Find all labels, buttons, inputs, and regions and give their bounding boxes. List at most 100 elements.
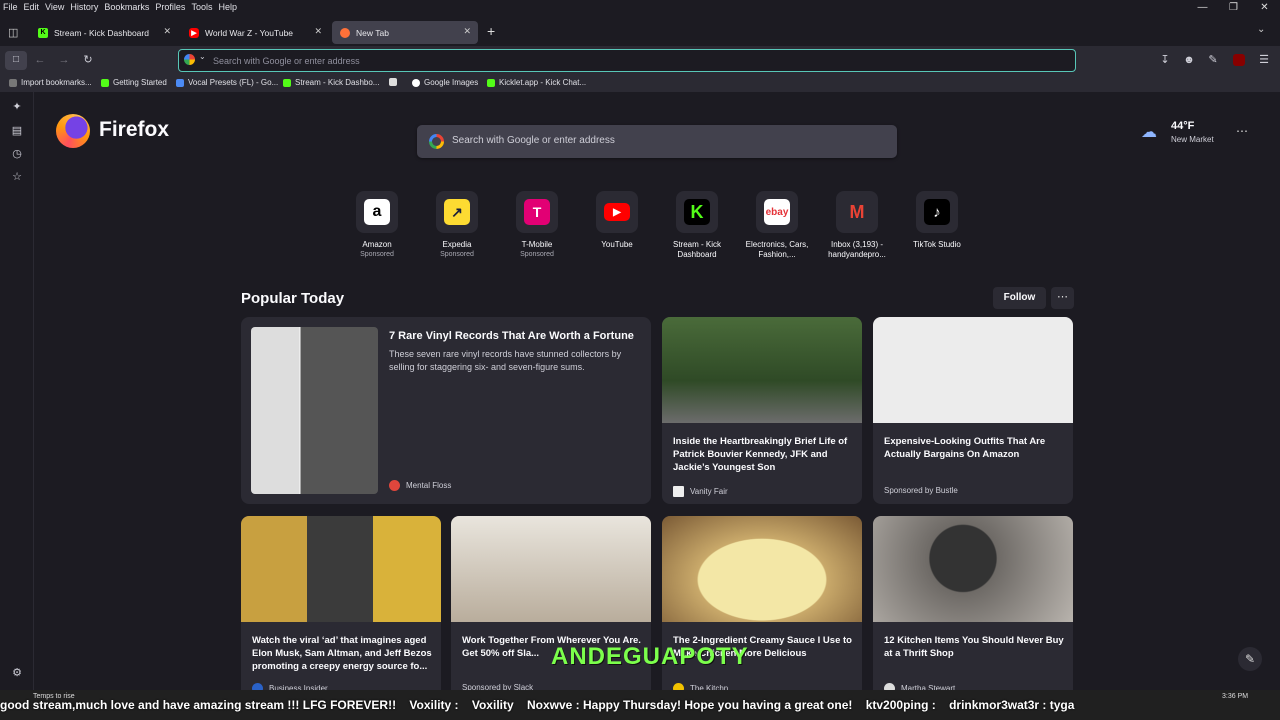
- section-title: Popular Today: [241, 290, 345, 307]
- reload-icon[interactable]: ↻: [81, 53, 95, 67]
- story-title: Inside the Heartbreakingly Brief Life of…: [673, 436, 848, 473]
- history-icon[interactable]: ◷: [10, 147, 24, 161]
- close-tab-icon[interactable]: ✕: [463, 26, 471, 37]
- ublock-icon[interactable]: [1233, 54, 1245, 66]
- story-card[interactable]: Inside the Heartbreakingly Brief Life of…: [662, 317, 862, 504]
- story-image: [241, 516, 441, 622]
- menu-bookmarks[interactable]: Bookmarks: [101, 0, 152, 14]
- expedia-icon: ↗: [444, 199, 470, 225]
- menu-file[interactable]: File: [0, 0, 21, 14]
- sidebar-icon: □: [12, 54, 20, 65]
- extensions-icon[interactable]: ✎: [1206, 53, 1220, 67]
- google-icon[interactable]: [184, 54, 195, 65]
- story-card[interactable]: 7 Rare Vinyl Records That Are Worth a Fo…: [241, 317, 651, 504]
- story-image: [873, 516, 1073, 622]
- menu-view[interactable]: View: [42, 0, 67, 14]
- shortcut-gmail[interactable]: M Inbox (3,193) - handyandepro...: [817, 191, 897, 260]
- source-icon: [673, 486, 684, 497]
- shortcut-tmobile[interactable]: T T-Mobile Sponsored: [497, 191, 577, 260]
- bookmark-vocal-presets[interactable]: Vocal Presets (FL) - Go...: [176, 78, 278, 87]
- youtube-icon: ▶: [189, 27, 199, 38]
- shortcut-ebay[interactable]: ebay Electronics, Cars, Fashion,...: [737, 191, 817, 260]
- menu-history[interactable]: History: [67, 0, 101, 14]
- shortcut-youtube[interactable]: ▶ YouTube: [577, 191, 657, 250]
- back-icon[interactable]: ←: [33, 53, 47, 67]
- synced-tabs-icon[interactable]: ▤: [10, 124, 24, 138]
- tab-title: World War Z - YouTube: [205, 27, 294, 38]
- story-title: Expensive-Looking Outfits That Are Actua…: [884, 436, 1046, 460]
- story-thumbnail: [251, 327, 378, 494]
- url-input[interactable]: [213, 53, 1053, 68]
- import-icon: [9, 78, 17, 87]
- kicklet-icon: [487, 78, 495, 87]
- story-card[interactable]: Expensive-Looking Outfits That Are Actua…: [873, 317, 1073, 504]
- menu-help[interactable]: Help: [215, 0, 240, 14]
- address-bar[interactable]: ⌄: [178, 49, 1076, 72]
- tab-kick-dashboard[interactable]: K Stream - Kick Dashboard ✕: [30, 21, 178, 44]
- chevron-down-icon[interactable]: ⌄: [199, 52, 206, 61]
- bookmark-s[interactable]: [389, 78, 401, 86]
- close-icon[interactable]: ✕: [1249, 0, 1280, 18]
- bookmark-kicklet[interactable]: Kicklet.app - Kick Chat...: [487, 78, 586, 87]
- bookmark-kick-dashboard[interactable]: Stream - Kick Dashbo...: [283, 78, 379, 87]
- story-source: Mental Floss: [389, 480, 451, 491]
- tab-new-tab[interactable]: New Tab ✕: [332, 21, 478, 44]
- bookmark-google-images[interactable]: Google Images: [412, 78, 478, 87]
- account-icon[interactable]: ☻: [1182, 53, 1196, 67]
- story-excerpt: These seven rare vinyl records have stun…: [389, 349, 622, 372]
- new-tab-page: [35, 92, 1280, 720]
- ai-chatbot-icon[interactable]: ✦: [10, 100, 24, 114]
- maximize-icon[interactable]: ❐: [1218, 0, 1249, 18]
- tab-youtube[interactable]: ▶ World War Z - YouTube ✕: [181, 21, 329, 44]
- menu-profiles[interactable]: Profiles: [152, 0, 188, 14]
- bookmark-import[interactable]: Import bookmarks...: [9, 78, 92, 87]
- close-tab-icon[interactable]: ✕: [163, 26, 171, 37]
- firefox-logo: [56, 114, 90, 148]
- story-card[interactable]: 12 Kitchen Items You Should Never Buy at…: [873, 516, 1073, 706]
- shortcut-tiktok[interactable]: ♪ TikTok Studio: [897, 191, 977, 250]
- story-image: [451, 516, 651, 622]
- source-icon: [389, 480, 400, 491]
- more-options-icon[interactable]: ⋯: [1236, 124, 1248, 138]
- follow-button[interactable]: Follow: [993, 287, 1046, 309]
- amazon-icon: a: [364, 199, 390, 225]
- section-menu-icon[interactable]: ⋯: [1051, 287, 1074, 309]
- youtube-icon: ▶: [604, 203, 630, 221]
- weather-temp: 44°F: [1171, 120, 1195, 132]
- shortcut-kick[interactable]: K Stream - Kick Dashboard: [657, 191, 737, 260]
- search-box[interactable]: Search with Google or enter address: [417, 125, 897, 158]
- story-source: Sponsored by Bustle: [884, 486, 958, 495]
- forward-icon[interactable]: →: [57, 53, 71, 67]
- kick-icon: K: [684, 199, 710, 225]
- shortcut-expedia[interactable]: ↗ Expedia Sponsored: [417, 191, 497, 260]
- menu-icon[interactable]: ☰: [1257, 53, 1271, 67]
- customize-pencil-icon[interactable]: ✎: [1238, 647, 1262, 671]
- story-card[interactable]: The 2-Ingredient Creamy Sauce I Use to M…: [662, 516, 862, 706]
- drive-icon: [176, 78, 184, 87]
- menu-edit[interactable]: Edit: [21, 0, 43, 14]
- kick-icon: [283, 78, 291, 87]
- weather-location: New Market: [1171, 135, 1214, 144]
- kick-icon: [101, 78, 109, 87]
- new-tab-button[interactable]: +: [487, 23, 495, 39]
- rain-cloud-icon: ☁: [1141, 124, 1157, 141]
- minimize-icon[interactable]: —: [1187, 0, 1218, 18]
- story-title: Watch the viral ‘ad’ that imagines aged …: [252, 635, 432, 672]
- story-image: [662, 317, 862, 423]
- firefox-icon: [340, 27, 350, 38]
- tab-list-icon[interactable]: ◫: [8, 26, 18, 39]
- bookmark-getting-started[interactable]: Getting Started: [101, 78, 167, 87]
- settings-icon[interactable]: ⚙: [10, 666, 24, 680]
- sidebar: ✦ ▤ ◷ ☆ ⚙: [0, 92, 34, 720]
- shortcut-amazon[interactable]: a Amazon Sponsored: [337, 191, 417, 260]
- download-icon[interactable]: ↧: [1158, 53, 1172, 67]
- tab-bar: ◫ K Stream - Kick Dashboard ✕ ▶ World Wa…: [0, 18, 1280, 46]
- menu-tools[interactable]: Tools: [188, 0, 215, 14]
- story-card[interactable]: Work Together From Wherever You Are. Get…: [451, 516, 651, 706]
- menu-bar: File Edit View History Bookmarks Profile…: [0, 0, 1280, 14]
- window-controls: — ❐ ✕: [1187, 0, 1280, 18]
- bookmarks-icon[interactable]: ☆: [10, 170, 24, 184]
- story-card[interactable]: Watch the viral ‘ad’ that imagines aged …: [241, 516, 441, 706]
- list-all-tabs-icon[interactable]: ⌄: [1257, 24, 1265, 35]
- close-tab-icon[interactable]: ✕: [314, 26, 322, 37]
